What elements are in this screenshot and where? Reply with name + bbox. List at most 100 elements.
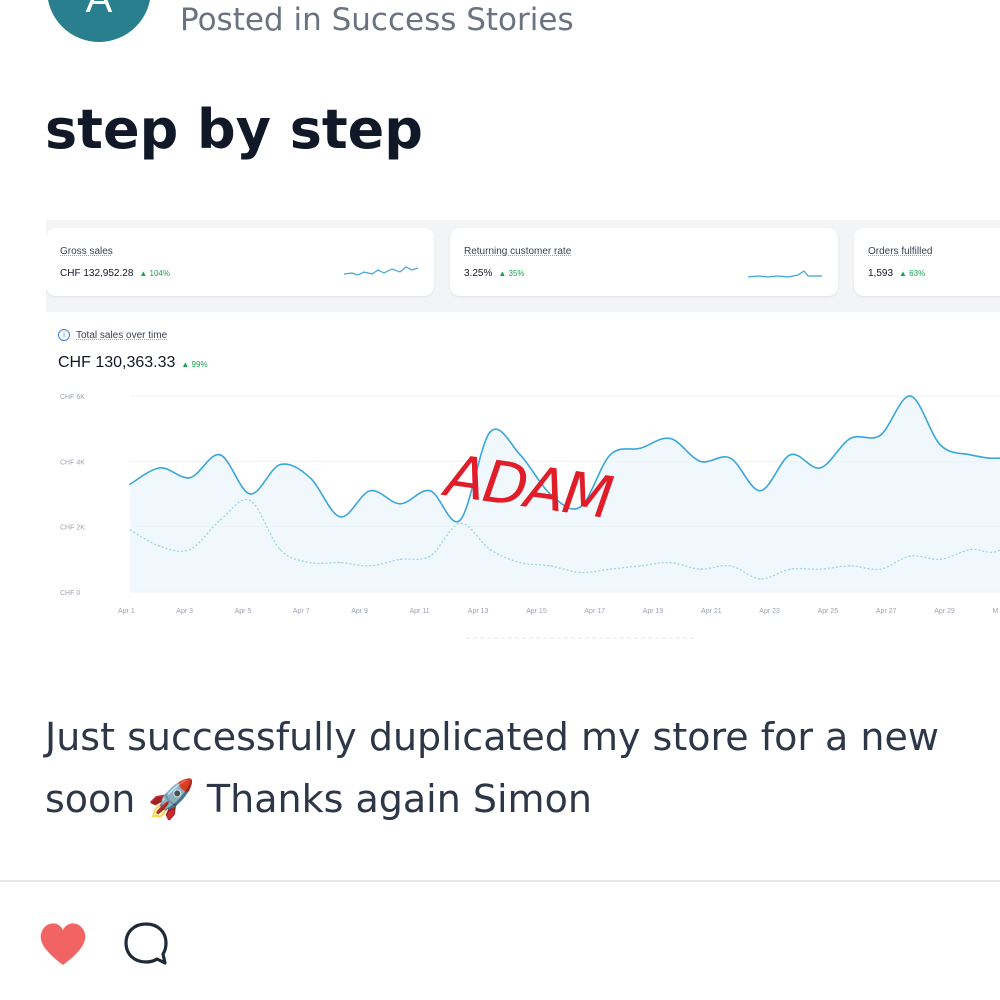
data-point [699, 460, 702, 463]
data-point [309, 562, 311, 564]
post-body-line2-start: soon [45, 777, 136, 821]
data-point [339, 562, 341, 564]
data-point [279, 548, 281, 551]
like-button[interactable] [38, 920, 88, 968]
heart-icon [40, 923, 86, 965]
metric-value-text: 3.25% [464, 268, 493, 279]
sales-chart-panel: i Total sales over time CHF 130,363.33 ▲ … [46, 316, 1000, 646]
metric-card-returning-rate: Returning customer rate 3.25% ▲ 35% [450, 228, 838, 296]
data-point [639, 565, 641, 567]
metric-label: Orders fulfilled [868, 246, 933, 257]
data-point [489, 548, 491, 551]
data-point [279, 463, 281, 466]
data-point [669, 562, 671, 564]
metric-value: 1,593 ▲ 63% [868, 268, 925, 279]
post-body-line1: Just successfully duplicated my store fo… [45, 715, 939, 759]
x-tick-label: Apr 3 [176, 608, 193, 615]
metric-value-text: 1,593 [868, 268, 894, 279]
data-point [489, 431, 491, 433]
data-point [819, 568, 821, 570]
x-tick-label: Apr 17 [584, 608, 605, 615]
x-tick-label: Apr 27 [876, 608, 897, 615]
y-tick-label: CHF 4K [60, 459, 85, 466]
x-tick-label: Apr 15 [526, 608, 547, 615]
metric-card-gross-sales: Gross sales CHF 132,952.28 ▲ 104% [46, 228, 434, 296]
data-point [669, 437, 672, 440]
comment-bubble-icon [124, 922, 168, 965]
data-point [609, 568, 611, 570]
metric-label: Returning customer rate [464, 246, 572, 257]
post-body-line2-end: Thanks again Simon [206, 777, 592, 821]
posted-in-category[interactable]: Posted in Success Stories [180, 2, 574, 38]
data-point [909, 555, 911, 557]
post-body: Just successfully duplicated my store fo… [45, 706, 1000, 830]
sparkline-icon [344, 266, 418, 276]
data-point [429, 555, 431, 557]
data-point [879, 434, 882, 436]
data-point [249, 499, 251, 502]
x-tick-label: Apr 11 [410, 608, 430, 615]
metric-label: Gross sales [60, 246, 113, 257]
sales-line-chart: CHF 6K CHF 4K CHF 2K CHF 0 Apr 1 Apr 3 Apr 5 Ap… [60, 394, 1000, 639]
data-point [609, 454, 612, 456]
data-point [399, 558, 401, 560]
y-tick-label: CHF 2K [60, 525, 85, 532]
metric-value: 3.25% ▲ 35% [464, 268, 525, 279]
x-tick-label: Apr 29 [934, 608, 955, 615]
y-tick-label: CHF 6K [60, 394, 85, 401]
data-point [969, 454, 972, 456]
metric-change: ▲ 35% [498, 269, 525, 278]
data-point [939, 444, 942, 446]
data-point [699, 568, 701, 570]
data-point [549, 565, 551, 567]
data-point [759, 489, 762, 492]
data-point [339, 516, 341, 518]
data-point [459, 522, 461, 524]
metric-value: CHF 132,952.28 ▲ 104% [60, 268, 170, 279]
avatar[interactable]: A [47, 0, 151, 42]
data-point [369, 489, 371, 492]
data-point [819, 467, 822, 469]
divider [0, 880, 1000, 882]
data-point [519, 562, 521, 564]
x-tick-label: Apr 19 [643, 608, 664, 615]
data-point [729, 565, 731, 567]
x-tick-label: Apr 7 [293, 608, 310, 615]
x-tick-label: Apr 21 [701, 608, 722, 615]
data-point [849, 437, 852, 440]
rocket-emoji: 🚀 [147, 777, 195, 821]
data-point [129, 529, 131, 531]
data-point [969, 548, 972, 551]
x-tick-label: Apr 25 [818, 608, 839, 615]
data-point [159, 545, 161, 547]
data-point [759, 578, 761, 580]
x-tick-label: M [993, 608, 999, 615]
data-point [249, 493, 251, 495]
data-point [909, 395, 912, 397]
data-point [849, 565, 851, 567]
data-point [129, 483, 131, 485]
data-point [579, 571, 581, 573]
data-point [789, 568, 791, 570]
x-tick-label: Apr 13 [468, 608, 489, 615]
data-point [879, 568, 881, 570]
x-tick-label: Apr 1 [118, 608, 135, 615]
post-image-dashboard-screenshot: Gross sales CHF 132,952.28 ▲ 104% Returni… [46, 220, 1000, 646]
metric-card-orders-fulfilled: Orders fulfilled 1,593 ▲ 63% [854, 228, 1000, 296]
data-point [309, 476, 311, 479]
data-point [399, 503, 401, 505]
data-point [789, 454, 792, 456]
data-point [429, 489, 431, 492]
x-tick-label: Apr 9 [351, 608, 368, 615]
data-point [219, 519, 221, 521]
x-tick-label: Apr 23 [759, 608, 780, 615]
avatar-letter: A [86, 0, 113, 22]
data-point [459, 519, 461, 521]
metric-change: ▲ 63% [899, 269, 926, 278]
data-point [159, 467, 161, 469]
data-point [189, 476, 191, 479]
data-point [639, 447, 642, 450]
comment-button[interactable] [120, 918, 172, 970]
sparkline-icon [748, 270, 822, 278]
x-tick-label: Apr 5 [235, 608, 252, 615]
